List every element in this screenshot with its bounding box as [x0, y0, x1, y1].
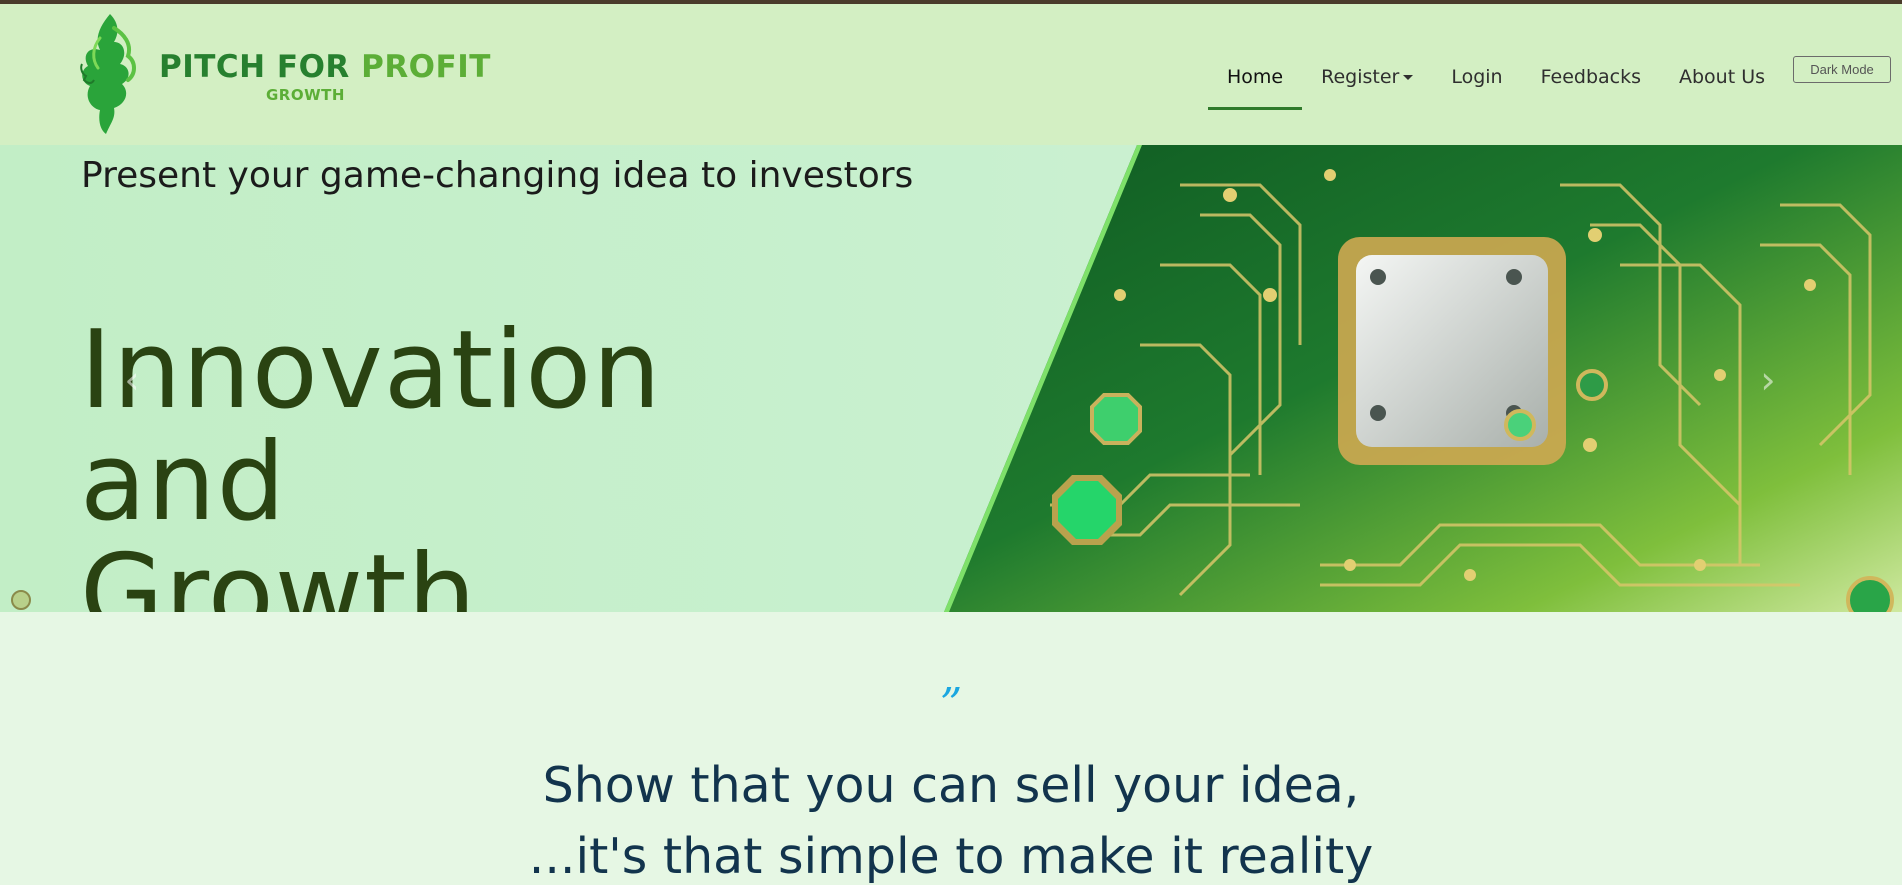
nav-home-label: Home	[1227, 66, 1284, 88]
hero-carousel: Present your game-changing idea to inves…	[0, 145, 1902, 612]
nav-login[interactable]: Login	[1432, 63, 1521, 95]
nav-feedbacks-label: Feedbacks	[1540, 66, 1641, 88]
chevron-left-icon[interactable]: ‹	[112, 355, 152, 405]
brand-name: PITCH FOR PROFIT	[159, 49, 491, 85]
quote-line2: ...it's that simple to make it reality	[528, 828, 1374, 885]
nav-about-us[interactable]: About Us	[1660, 63, 1784, 95]
nav-register[interactable]: Register	[1302, 63, 1432, 95]
hero-title: Innovation and Growth	[80, 308, 880, 613]
brand-name-part2: PROFIT	[361, 49, 491, 85]
brand-logo[interactable]: PITCH FOR PROFIT GROWTH	[70, 8, 490, 138]
caret-down-icon	[1403, 75, 1414, 80]
quote-section: ” Show that you can sell your idea, ...i…	[0, 612, 1902, 885]
nav-about-us-label: About Us	[1679, 66, 1766, 88]
main-nav: Home Register Login Feedbacks About Us	[1208, 63, 1784, 110]
hero-tagline: Present your game-changing idea to inves…	[81, 155, 914, 196]
nav-login-label: Login	[1451, 66, 1503, 88]
quote-mark-icon: ”	[939, 679, 963, 730]
brand-name-part1: PITCH FOR	[159, 49, 350, 85]
nav-home[interactable]: Home	[1208, 63, 1303, 110]
dark-mode-button[interactable]: Dark Mode	[1793, 56, 1891, 83]
nav-feedbacks[interactable]: Feedbacks	[1522, 63, 1660, 95]
chevron-right-icon[interactable]: ›	[1748, 355, 1788, 405]
brand-subtitle: GROWTH	[266, 86, 345, 104]
hero-title-line1: Innovation and	[80, 308, 662, 545]
quote-line1: Show that you can sell your idea,	[542, 757, 1360, 814]
navbar: PITCH FOR PROFIT GROWTH Home Register Lo…	[0, 4, 1902, 145]
hero-title-line2: Growth	[80, 532, 477, 613]
nav-register-label: Register	[1321, 66, 1400, 88]
leaf-woman-icon	[80, 14, 136, 134]
